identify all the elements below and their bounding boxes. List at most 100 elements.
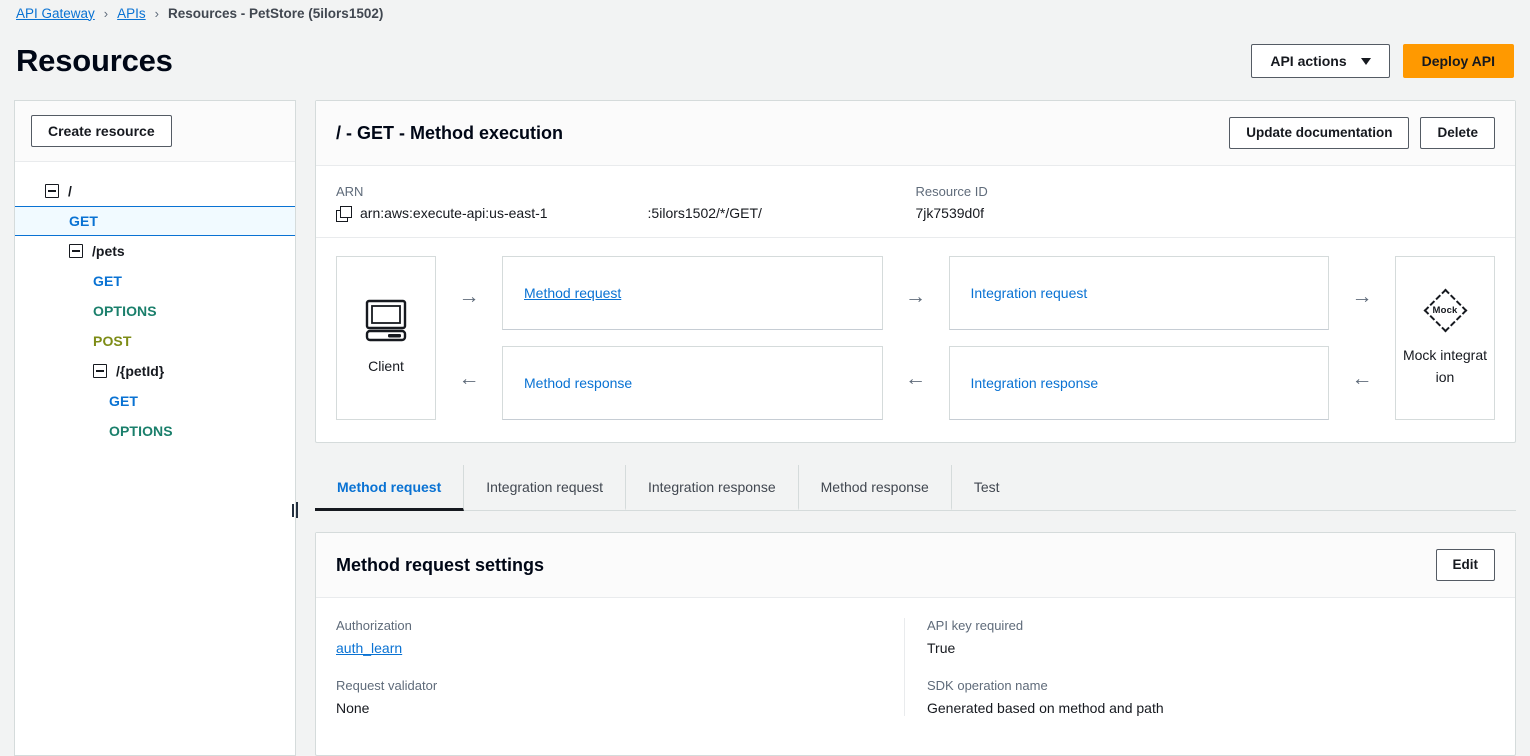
tree-item-petid[interactable]: /{petId} [15, 356, 295, 386]
setting-label: Request validator [336, 678, 438, 693]
method-request-settings-panel: Method request settings Edit Authorizati… [315, 532, 1516, 756]
resource-id-value: 7jk7539d0f [915, 205, 985, 221]
collapse-minus-icon[interactable] [69, 244, 83, 258]
collapse-minus-icon[interactable] [93, 364, 107, 378]
tree-item-label: GET [69, 213, 99, 229]
api-actions-button[interactable]: API actions [1251, 44, 1390, 78]
tree-item-[interactable]: / [15, 176, 295, 206]
settings-column-left: Authorization auth_learn Request validator… [336, 618, 904, 716]
breadcrumb: API Gateway › APIs › Resources - PetStor… [0, 0, 1530, 26]
tree-item-label: /pets [92, 243, 125, 259]
setting-value: Generated based on method and path [927, 700, 1164, 716]
tree-item-label: GET [93, 273, 123, 289]
method-request-link[interactable]: Method request [524, 285, 621, 301]
tree-item-post[interactable]: POST [15, 326, 295, 356]
tab-method-response[interactable]: Method response [799, 465, 952, 511]
api-actions-label: API actions [1270, 53, 1347, 69]
tree-item-label: GET [109, 393, 139, 409]
client-node: Client [336, 256, 436, 420]
arn-value: arn:aws:execute-api:us-east-1 :5ilors150… [336, 205, 916, 222]
integration-response-node[interactable]: Integration response [948, 346, 1329, 420]
setting-value-link[interactable]: auth_learn [336, 640, 402, 656]
breadcrumb-item-apis[interactable]: APIs [117, 6, 146, 21]
sidebar-resize-handle[interactable] [289, 101, 301, 755]
arrows-client-method: → ← [436, 256, 502, 420]
tree-item-label: OPTIONS [93, 303, 157, 319]
breadcrumb-item-current: Resources - PetStore (5ilors1502) [168, 5, 384, 21]
arrow-right-icon: → [458, 285, 480, 308]
mock-integration-label: Mock integration [1402, 347, 1488, 385]
tab-integration-request[interactable]: Integration request [464, 465, 626, 511]
tree-item-label: POST [93, 333, 132, 349]
integration-response-link[interactable]: Integration response [971, 375, 1099, 391]
setting-label: SDK operation name [927, 678, 1048, 693]
setting-value: auth_learn [336, 640, 904, 656]
tree-item-label: /{petId} [116, 363, 165, 379]
tree-item-label: / [68, 183, 72, 199]
tab-test[interactable]: Test [952, 465, 1022, 511]
tree-item-options[interactable]: OPTIONS [15, 416, 295, 446]
setting-field: API key required True [927, 618, 1495, 656]
method-execution-flow-diagram: Client → ← Method request Method respons… [316, 238, 1515, 442]
tree-item-get[interactable]: GET [15, 386, 295, 416]
tree-item-get[interactable]: GET [15, 266, 295, 296]
method-response-node[interactable]: Method response [502, 346, 883, 420]
arn-field: ARN arn:aws:execute-api:us-east-1 :5ilor… [336, 184, 916, 222]
delete-button[interactable]: Delete [1420, 117, 1495, 149]
arrows-integration-backend: → ← [1329, 256, 1395, 420]
setting-field: Request validator None [336, 678, 904, 716]
setting-value: None [336, 700, 370, 716]
setting-field: SDK operation name Generated based on met… [927, 678, 1495, 716]
method-execution-title: / - GET - Method execution [336, 122, 564, 143]
edit-button[interactable]: Edit [1435, 549, 1495, 581]
tab-method-request[interactable]: Method request [315, 465, 465, 511]
settings-title: Method request settings [336, 554, 545, 575]
method-execution-panel: / - GET - Method execution Update docume… [315, 100, 1516, 443]
arrow-left-icon: ← [458, 367, 480, 390]
method-response-link[interactable]: Method response [524, 375, 632, 391]
tree-item-get[interactable]: GET [15, 206, 295, 236]
copy-icon[interactable] [336, 205, 352, 222]
method-tabs: Method request Integration request Integra… [315, 465, 1516, 511]
method-meta-row: ARN arn:aws:execute-api:us-east-1 :5ilor… [316, 166, 1515, 238]
tree-item-options[interactable]: OPTIONS [15, 296, 295, 326]
resource-id-label: Resource ID [915, 184, 988, 199]
arrow-right-icon: → [905, 285, 926, 308]
header-actions: API actions Deploy API [1251, 44, 1514, 78]
client-monitor-icon [363, 299, 409, 343]
sidebar-toolbar: Create resource [15, 101, 295, 162]
integration-request-link[interactable]: Integration request [971, 285, 1088, 301]
setting-label: API key required [927, 618, 1024, 633]
tree-item-pets[interactable]: /pets [15, 236, 295, 266]
breadcrumb-item-api-gateway[interactable]: API Gateway [16, 6, 95, 21]
mock-diamond-icon: Mock [1423, 288, 1468, 333]
tab-integration-response[interactable]: Integration response [626, 465, 799, 511]
settings-actions: Edit [1435, 549, 1495, 581]
main-content: / - GET - Method execution Update docume… [315, 100, 1516, 756]
settings-grid: Authorization auth_learn Request validator… [316, 598, 1515, 738]
arn-label: ARN [336, 184, 364, 199]
arn-prefix: arn:aws:execute-api:us-east-1 [360, 205, 548, 221]
integration-nodes: Integration request Integration response [948, 256, 1329, 420]
tree-item-label: OPTIONS [109, 423, 173, 439]
resources-sidebar: Create resource / GET/pets GET OPTIONS POST /… [14, 100, 298, 756]
body-split: Create resource / GET/pets GET OPTIONS POST /… [0, 100, 1530, 756]
breadcrumb-separator-icon: › [154, 5, 159, 21]
update-documentation-button[interactable]: Update documentation [1229, 117, 1410, 149]
method-request-node[interactable]: Method request [502, 256, 883, 330]
mock-badge-text: Mock [1432, 304, 1458, 316]
create-resource-button[interactable]: Create resource [31, 115, 172, 147]
collapse-minus-icon[interactable] [45, 184, 59, 198]
resource-tree: / GET/pets GET OPTIONS POST /{petId} GET OPTION… [15, 162, 295, 755]
page-title: Resources [16, 43, 173, 78]
method-execution-actions: Update documentation Delete [1229, 117, 1495, 149]
deploy-api-button[interactable]: Deploy API [1402, 44, 1514, 78]
mock-integration-node: Mock Mock integration [1395, 256, 1495, 420]
arrow-right-icon: → [1351, 285, 1373, 308]
arrow-left-icon: ← [905, 367, 926, 390]
client-label: Client [368, 358, 404, 374]
sidebar-resize-grip-icon[interactable] [288, 499, 302, 521]
setting-value: True [927, 640, 956, 656]
integration-request-node[interactable]: Integration request [948, 256, 1329, 330]
setting-label: Authorization [336, 618, 412, 633]
